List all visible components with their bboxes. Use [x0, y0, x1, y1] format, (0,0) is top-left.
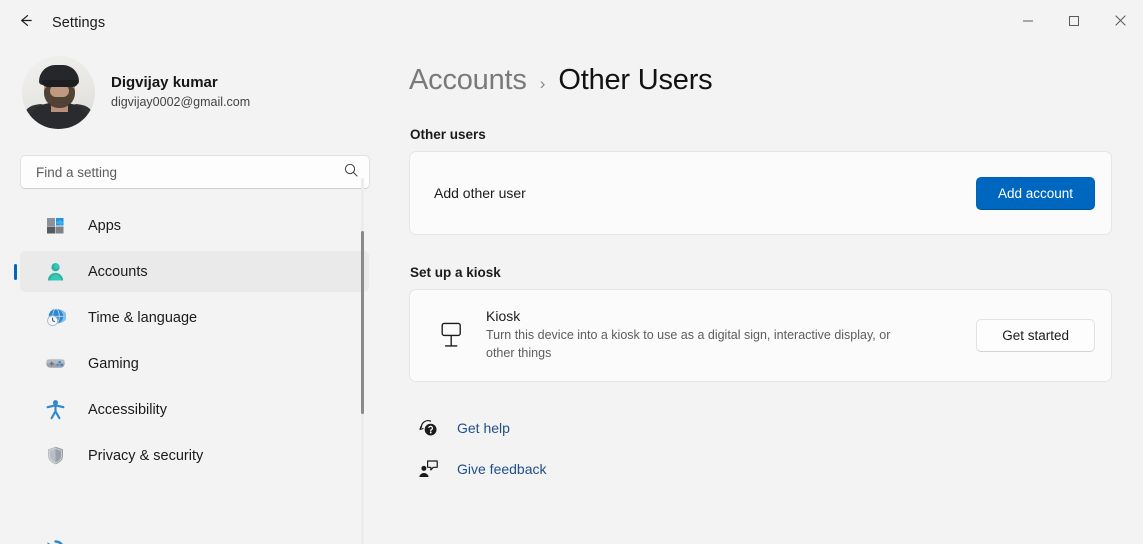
maximize-button[interactable] — [1051, 0, 1097, 46]
give-feedback-link[interactable]: Give feedback — [409, 454, 547, 484]
back-arrow-icon — [17, 12, 34, 34]
search-input[interactable] — [34, 164, 343, 181]
back-button[interactable] — [8, 7, 42, 39]
accessibility-icon — [44, 399, 66, 421]
minimize-icon — [1022, 14, 1034, 32]
app-shell: Digvijay kumar digvijay0002@gmail.com — [0, 46, 1143, 544]
profile-email: digvijay0002@gmail.com — [111, 95, 250, 111]
close-button[interactable] — [1097, 0, 1143, 46]
give-feedback-label: Give feedback — [457, 461, 547, 477]
accounts-icon — [44, 261, 66, 283]
get-help-link[interactable]: Get help — [409, 413, 510, 443]
sidebar-item-label: Gaming — [88, 356, 139, 372]
sidebar-item-label: Apps — [88, 218, 121, 234]
sidebar-item-label: Accessibility — [88, 402, 167, 418]
app-title: Settings — [52, 15, 105, 31]
help-icon — [417, 418, 439, 438]
kiosk-title: Kiosk — [486, 308, 976, 324]
sidebar-item-accounts[interactable]: Accounts — [20, 251, 369, 292]
apps-icon — [44, 215, 66, 237]
search-icon[interactable] — [343, 162, 359, 183]
sidebar-item-label: Accounts — [88, 264, 148, 280]
get-started-button[interactable]: Get started — [976, 319, 1095, 352]
add-other-user-label: Add other user — [434, 185, 976, 201]
sidebar-item-apps[interactable]: Apps — [20, 205, 369, 246]
avatar — [22, 56, 95, 129]
chevron-right-icon: › — [540, 74, 546, 94]
close-icon — [1114, 14, 1127, 32]
windows-update-icon — [44, 539, 66, 544]
get-help-label: Get help — [457, 420, 510, 436]
add-other-user-card: Add other user Add account — [409, 151, 1112, 235]
kiosk-description: Turn this device into a kiosk to use as … — [486, 327, 916, 363]
kiosk-icon — [432, 321, 470, 350]
profile-block[interactable]: Digvijay kumar digvijay0002@gmail.com — [0, 46, 391, 129]
selection-indicator — [14, 264, 17, 280]
sidebar-item-label: Privacy & security — [88, 448, 203, 464]
shield-icon — [44, 445, 66, 467]
sidebar-item-time-language[interactable]: Time & language — [20, 297, 369, 338]
page-title: Other Users — [558, 64, 712, 97]
sidebar-nav: Apps Accounts — [0, 205, 391, 476]
content-pane: Accounts › Other Users Other users Add o… — [391, 46, 1143, 544]
profile-name: Digvijay kumar — [111, 74, 250, 93]
title-bar: Settings — [0, 0, 1143, 46]
gamepad-icon — [44, 353, 66, 375]
window-controls — [1005, 0, 1143, 46]
breadcrumb-parent[interactable]: Accounts — [409, 64, 527, 97]
feedback-icon — [417, 459, 439, 479]
footer-links: Get help Give feedback — [409, 413, 1143, 484]
minimize-button[interactable] — [1005, 0, 1051, 46]
sidebar-item-privacy-security[interactable]: Privacy & security — [20, 435, 369, 476]
clock-globe-icon — [44, 307, 66, 329]
sidebar-item-accessibility[interactable]: Accessibility — [20, 389, 369, 430]
section-heading-kiosk: Set up a kiosk — [410, 265, 1143, 280]
sidebar-item-partial[interactable] — [20, 529, 369, 544]
sidebar-item-gaming[interactable]: Gaming — [20, 343, 369, 384]
kiosk-card: Kiosk Turn this device into a kiosk to u… — [409, 289, 1112, 382]
maximize-icon — [1068, 14, 1080, 32]
add-account-button[interactable]: Add account — [976, 177, 1095, 210]
sidebar-scrollbar-thumb[interactable] — [361, 231, 364, 414]
sidebar: Digvijay kumar digvijay0002@gmail.com — [0, 46, 391, 544]
sidebar-item-label: Time & language — [88, 310, 197, 326]
search-box[interactable] — [20, 155, 370, 189]
section-heading-other-users: Other users — [410, 127, 1143, 142]
breadcrumb: Accounts › Other Users — [409, 64, 1143, 97]
